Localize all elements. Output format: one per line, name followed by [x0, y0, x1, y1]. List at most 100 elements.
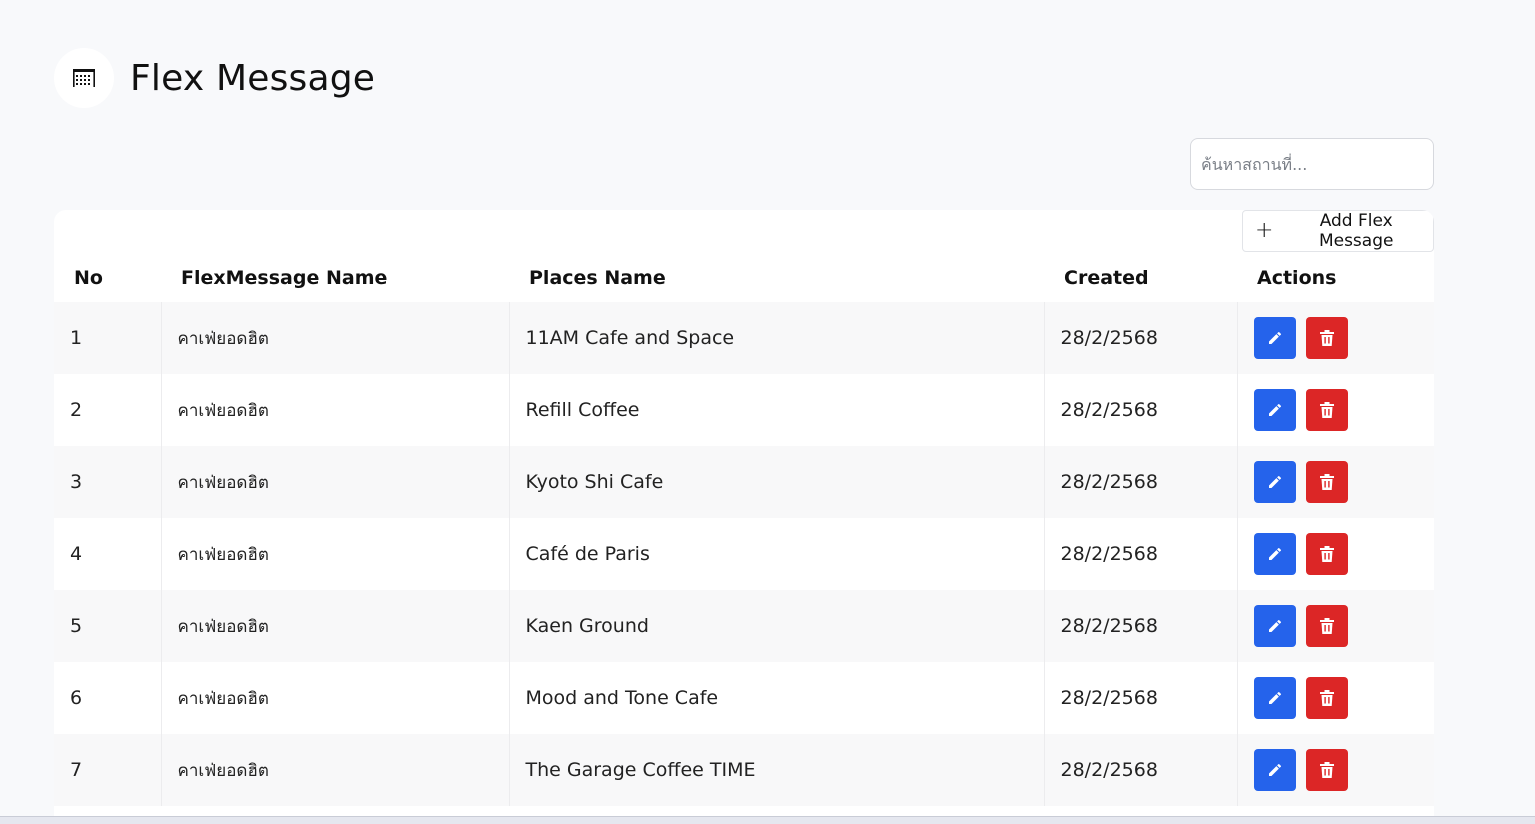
trash-icon: [1319, 762, 1334, 778]
cell-no: 7: [54, 734, 162, 806]
delete-button[interactable]: [1305, 749, 1348, 791]
place-name: 11AM Cafe and Space: [525, 327, 735, 349]
trash-icon: [1319, 546, 1334, 562]
cell-no: 1: [54, 302, 162, 374]
row-number: 1: [70, 327, 83, 349]
delete-button[interactable]: [1305, 605, 1348, 647]
cell-places-name: Café de Paris: [509, 518, 1045, 590]
pencil-icon: [1268, 619, 1281, 632]
edit-button[interactable]: [1253, 749, 1296, 791]
row-actions: [1253, 605, 1435, 647]
column-header-created: Created: [1044, 254, 1237, 302]
cell-created: 28/2/2568: [1044, 662, 1238, 734]
cell-actions: [1237, 734, 1434, 806]
created-date: 28/2/2568: [1060, 399, 1158, 421]
cell-no: 3: [54, 446, 162, 518]
created-date: 28/2/2568: [1060, 687, 1158, 709]
place-name: Kyoto Shi Cafe: [525, 471, 664, 493]
cell-no: 6: [54, 662, 162, 734]
flex-message-name: คาเฟ่ยอดฮิต: [177, 400, 269, 421]
delete-button[interactable]: [1305, 533, 1348, 575]
flex-message-name: คาเฟ่ยอดฮิต: [177, 760, 269, 781]
plus-icon: +: [1255, 218, 1274, 243]
edit-button[interactable]: [1253, 605, 1296, 647]
pencil-icon: [1268, 763, 1281, 776]
table-row: 4 คาเฟ่ยอดฮิต Café de Paris 28/2/2568: [54, 518, 1434, 590]
cell-created: 28/2/2568: [1044, 518, 1238, 590]
edit-button[interactable]: [1253, 461, 1296, 503]
edit-button[interactable]: [1253, 533, 1296, 575]
row-actions: [1253, 317, 1435, 359]
cell-places-name: Mood and Tone Cafe: [509, 662, 1045, 734]
flex-message-table: No FlexMessage Name Places Name Created …: [54, 254, 1434, 806]
cell-flex-name: คาเฟ่ยอดฮิต: [161, 374, 510, 446]
flex-message-name: คาเฟ่ยอดฮิต: [177, 472, 269, 493]
cell-places-name: Refill Coffee: [509, 374, 1045, 446]
row-number: 2: [70, 399, 83, 421]
cell-created: 28/2/2568: [1044, 734, 1238, 806]
place-name: Café de Paris: [525, 543, 650, 565]
flex-message-name: คาเฟ่ยอดฮิต: [177, 616, 269, 637]
cell-actions: [1237, 518, 1434, 590]
cell-flex-name: คาเฟ่ยอดฮิต: [161, 302, 510, 374]
delete-button[interactable]: [1305, 317, 1348, 359]
pencil-icon: [1268, 691, 1281, 704]
table-icon: [54, 48, 114, 108]
row-actions: [1253, 461, 1435, 503]
cell-no: 5: [54, 590, 162, 662]
delete-button[interactable]: [1305, 461, 1348, 503]
row-number: 4: [70, 543, 83, 565]
trash-icon: [1319, 330, 1334, 346]
cell-actions: [1237, 446, 1434, 518]
cell-flex-name: คาเฟ่ยอดฮิต: [161, 590, 510, 662]
row-actions: [1253, 389, 1435, 431]
row-number: 3: [70, 471, 83, 493]
cell-actions: [1237, 374, 1434, 446]
created-date: 28/2/2568: [1060, 327, 1158, 349]
pencil-icon: [1268, 403, 1281, 416]
page-title: Flex Message: [130, 57, 376, 99]
page-header: Flex Message: [54, 48, 375, 108]
column-header-flex-name: FlexMessage Name: [161, 254, 509, 302]
table-header-row: No FlexMessage Name Places Name Created …: [54, 254, 1434, 302]
place-name: Mood and Tone Cafe: [525, 687, 719, 709]
cell-actions: [1237, 590, 1434, 662]
created-date: 28/2/2568: [1060, 759, 1158, 781]
search-input[interactable]: [1190, 138, 1434, 190]
row-actions: [1253, 533, 1435, 575]
flex-message-name: คาเฟ่ยอดฮิต: [177, 688, 269, 709]
table-row: 1 คาเฟ่ยอดฮิต 11AM Cafe and Space 28/2/2…: [54, 302, 1434, 374]
trash-icon: [1319, 474, 1334, 490]
pencil-icon: [1268, 475, 1281, 488]
trash-icon: [1319, 690, 1334, 706]
pencil-icon: [1268, 547, 1281, 560]
delete-button[interactable]: [1305, 389, 1348, 431]
row-number: 6: [70, 687, 83, 709]
cell-actions: [1237, 302, 1434, 374]
place-name: Refill Coffee: [525, 399, 640, 421]
delete-button[interactable]: [1305, 677, 1348, 719]
cell-created: 28/2/2568: [1044, 374, 1238, 446]
table-row: 2 คาเฟ่ยอดฮิต Refill Coffee 28/2/2568: [54, 374, 1434, 446]
flex-message-name: คาเฟ่ยอดฮิต: [177, 328, 269, 349]
row-number: 5: [70, 615, 83, 637]
table-row: 3 คาเฟ่ยอดฮิต Kyoto Shi Cafe 28/2/2568: [54, 446, 1434, 518]
cell-flex-name: คาเฟ่ยอดฮิต: [161, 518, 510, 590]
column-header-places-name: Places Name: [509, 254, 1044, 302]
flex-message-page: Flex Message + Add Flex Message No FlexM…: [0, 0, 1535, 824]
trash-icon: [1319, 402, 1334, 418]
table-row: 7 คาเฟ่ยอดฮิต The Garage Coffee TIME 28/…: [54, 734, 1434, 806]
cell-created: 28/2/2568: [1044, 590, 1238, 662]
edit-button[interactable]: [1253, 389, 1296, 431]
add-flex-message-button[interactable]: + Add Flex Message: [1242, 210, 1434, 252]
edit-button[interactable]: [1253, 677, 1296, 719]
cell-places-name: Kaen Ground: [509, 590, 1045, 662]
edit-button[interactable]: [1253, 317, 1296, 359]
cell-places-name: Kyoto Shi Cafe: [509, 446, 1045, 518]
cell-flex-name: คาเฟ่ยอดฮิต: [161, 662, 510, 734]
horizontal-scrollbar[interactable]: [0, 816, 1535, 824]
cell-flex-name: คาเฟ่ยอดฮิต: [161, 446, 510, 518]
created-date: 28/2/2568: [1060, 615, 1158, 637]
cell-created: 28/2/2568: [1044, 302, 1238, 374]
flex-message-name: คาเฟ่ยอดฮิต: [177, 544, 269, 565]
